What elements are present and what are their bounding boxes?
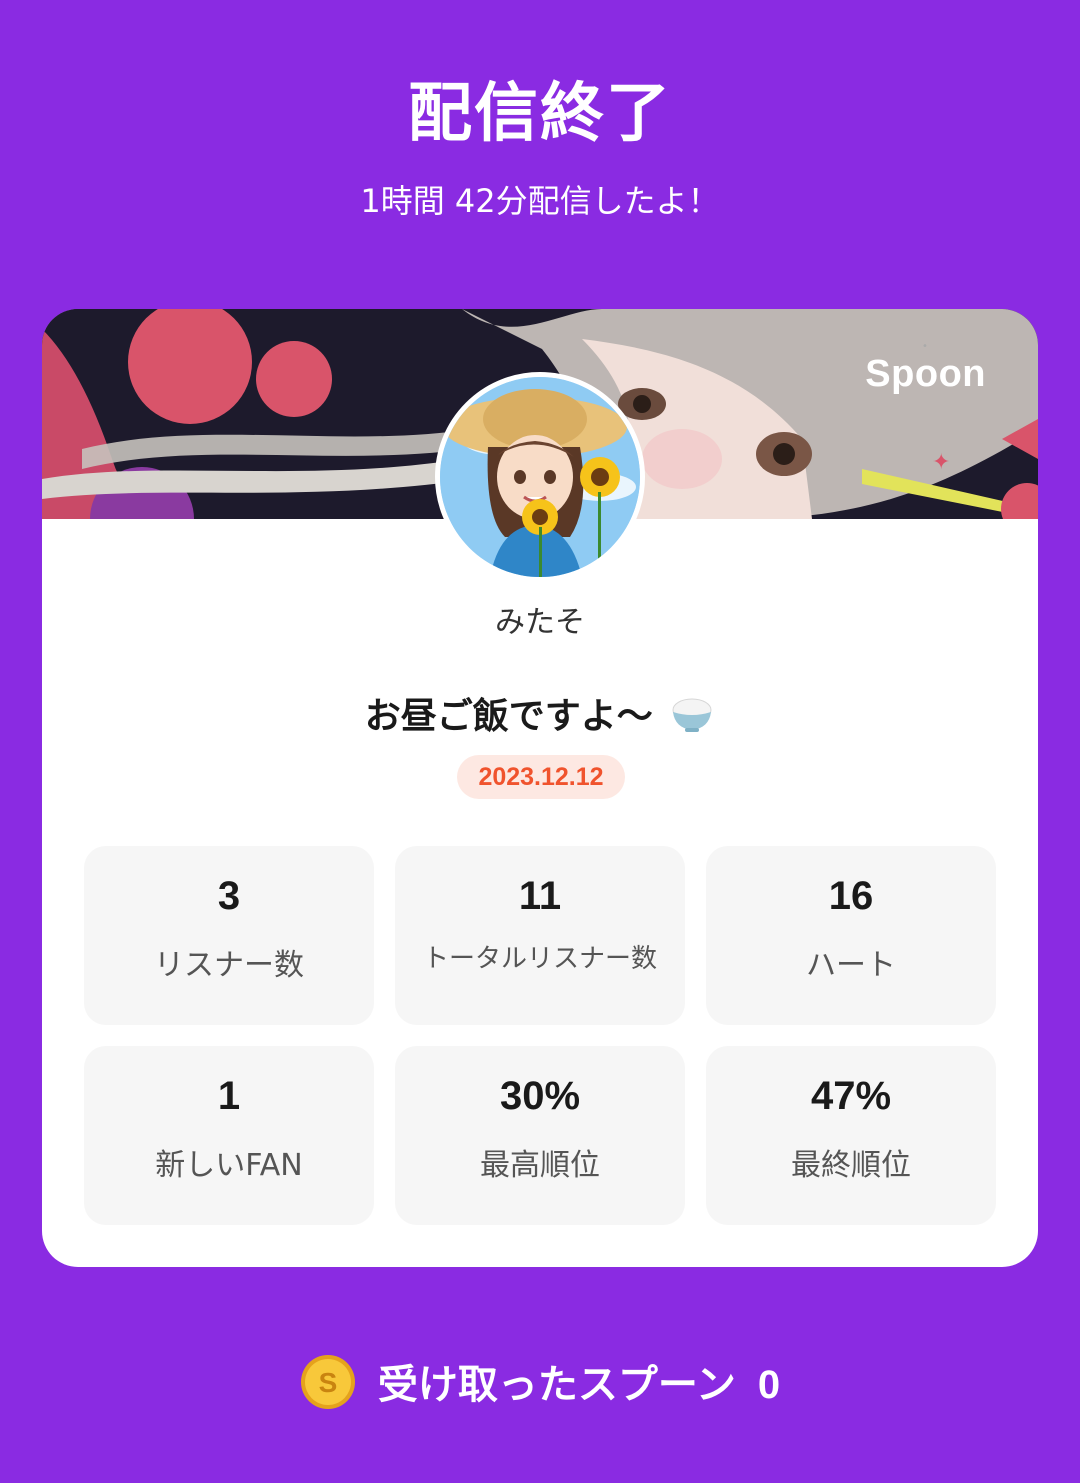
- page-title: 配信終了: [408, 77, 672, 151]
- stat-final-rank: 47% 最終順位: [706, 1046, 996, 1225]
- stat-value: 47%: [810, 1074, 892, 1118]
- stat-total-listeners: 11 トータルリスナー数: [395, 846, 685, 1025]
- spoon-coin-icon: S: [300, 1355, 355, 1409]
- stat-hearts: 16 ハート: [706, 846, 996, 1025]
- broadcast-summary-card: ✦ • Spoon みたそ お昼ご飯ですよ〜 2023.12.12 3 リスナー…: [42, 309, 1038, 1267]
- received-spoons: S 受け取ったスプーン 0: [0, 1352, 1080, 1410]
- stat-value: 11: [518, 874, 562, 918]
- svg-text:•: •: [922, 341, 928, 352]
- stat-label: トータルリスナー数: [422, 944, 657, 974]
- rice-bowl-icon: [672, 698, 712, 732]
- stream-title-text: お昼ご飯ですよ〜: [364, 696, 653, 737]
- stat-value: 3: [217, 874, 241, 918]
- stats-grid: 3 リスナー数 11 トータルリスナー数 16 ハート 1 新しいFAN 30%…: [84, 846, 996, 1225]
- received-spoons-label: 受け取ったスプーン: [377, 1362, 736, 1408]
- svg-text:S: S: [319, 1367, 338, 1398]
- stat-value: 16: [828, 874, 874, 918]
- date-badge: 2023.12.12: [457, 755, 625, 799]
- stat-label: ハート: [806, 948, 896, 983]
- stat-label: 最終順位: [791, 1148, 911, 1183]
- avatar[interactable]: [435, 372, 645, 582]
- broadcast-duration: 1時間 42分配信したよ！: [360, 182, 720, 220]
- spoon-logo: Spoon: [865, 353, 986, 395]
- username: みたそ: [495, 605, 585, 640]
- stat-highest-rank: 30% 最高順位: [395, 1046, 685, 1225]
- stat-value: 30%: [499, 1074, 581, 1118]
- stat-label: 新しいFAN: [155, 1148, 303, 1183]
- stream-title: お昼ご飯ですよ〜: [42, 687, 1038, 739]
- stat-listeners: 3 リスナー数: [84, 846, 374, 1025]
- stat-label: リスナー数: [154, 948, 304, 983]
- stat-label: 最高順位: [480, 1148, 600, 1183]
- svg-text:✦: ✦: [932, 450, 950, 475]
- stat-new-fans: 1 新しいFAN: [84, 1046, 374, 1225]
- received-spoons-count: 0: [757, 1363, 781, 1407]
- stat-value: 1: [217, 1074, 241, 1118]
